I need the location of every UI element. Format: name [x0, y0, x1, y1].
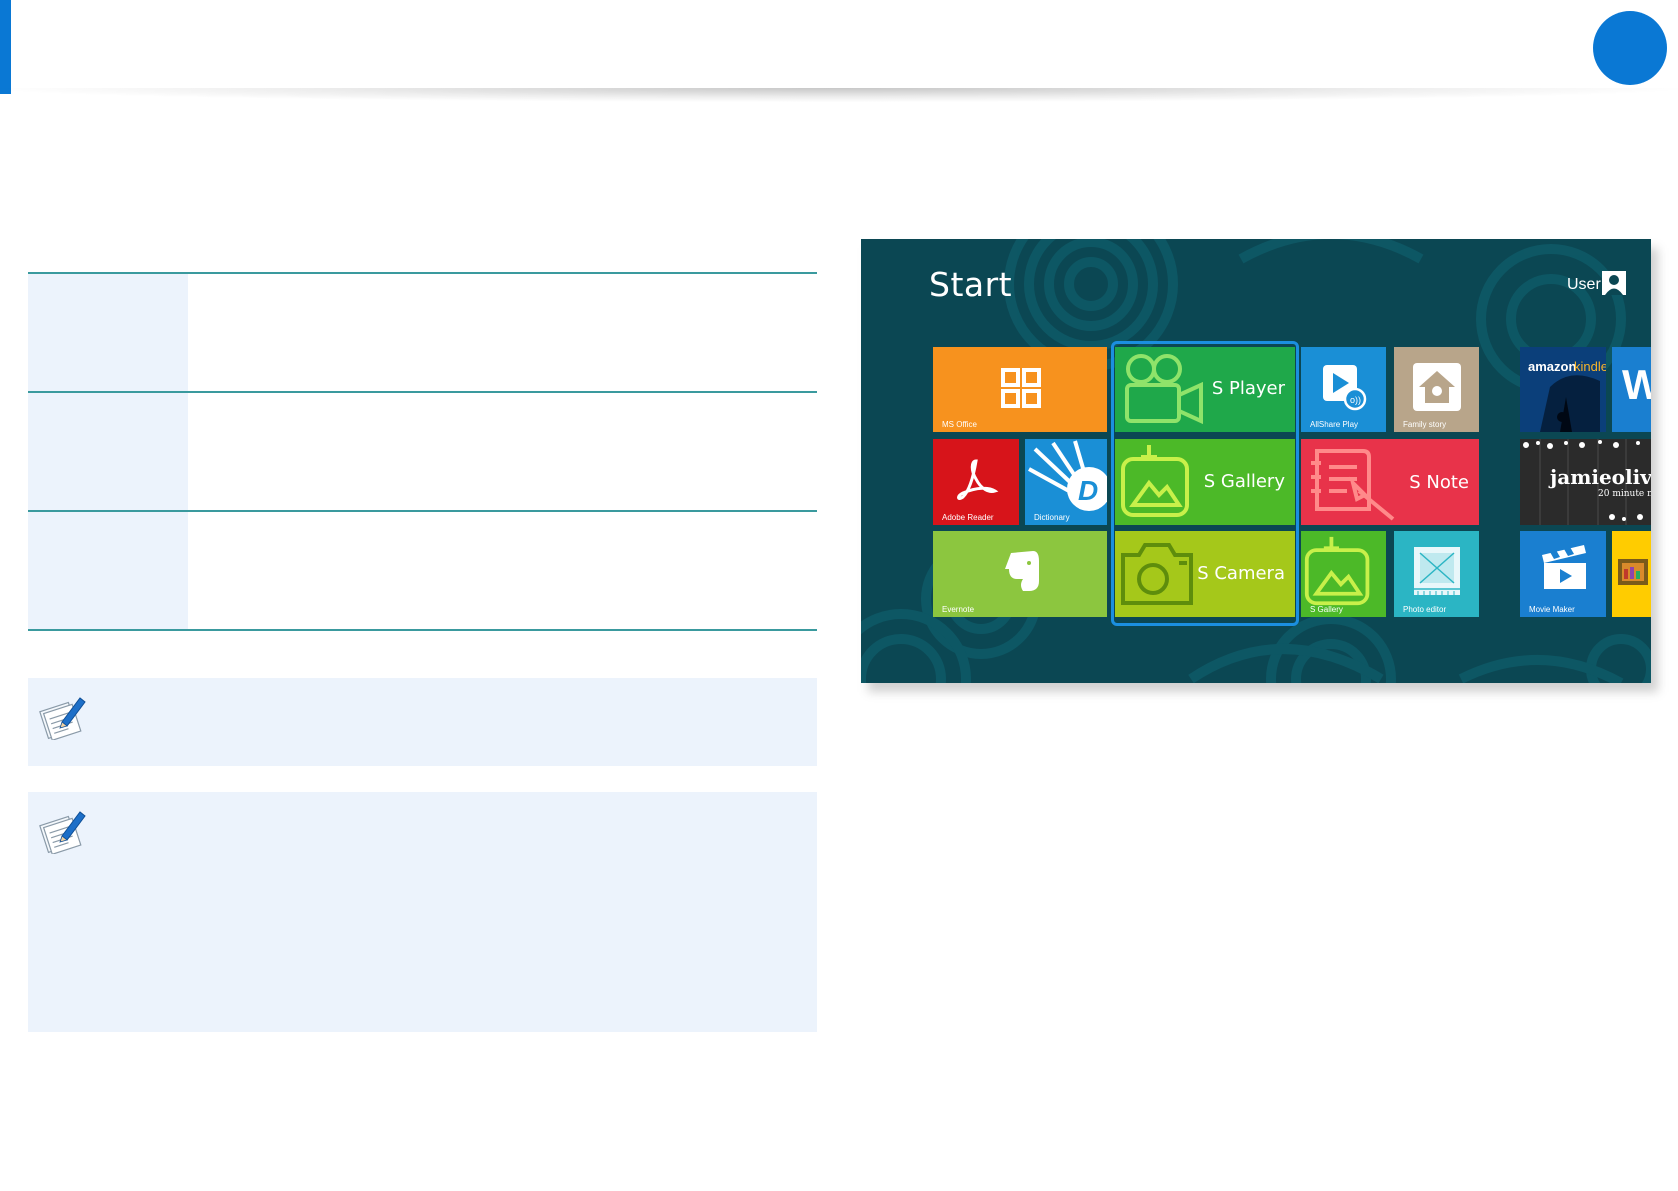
- tile-ms-office[interactable]: MS Office: [933, 347, 1107, 432]
- table-description-cell: [188, 512, 817, 629]
- tile-partial-blue[interactable]: W: [1612, 347, 1651, 432]
- note-pencil-icon: [39, 697, 86, 740]
- table-label-cell: [28, 274, 188, 391]
- tile-amazon-kindle[interactable]: amazon kindle: [1520, 347, 1606, 432]
- evernote-elephant-icon: [1005, 551, 1039, 591]
- tile-photo-editor[interactable]: Photo editor: [1394, 531, 1479, 617]
- tile-label: MS Office: [942, 420, 977, 429]
- note-box: [28, 792, 817, 1032]
- page-badge-circle: [1593, 11, 1667, 85]
- photo-frame-icon: [1618, 559, 1648, 585]
- tile-label: Adobe Reader: [942, 513, 994, 522]
- photo-editor-icon: [1414, 547, 1460, 595]
- table-label-cell: [28, 512, 188, 629]
- user-avatar-icon[interactable]: [1602, 271, 1626, 295]
- adobe-reader-icon: [957, 459, 999, 500]
- tile-family-story[interactable]: Family story: [1394, 347, 1479, 432]
- note-pen-icon: [1311, 449, 1395, 521]
- clapperboard-icon: [1542, 545, 1586, 589]
- svg-text:o)): o)): [1350, 395, 1361, 405]
- table-row: [28, 510, 817, 631]
- tile-label: Movie Maker: [1529, 605, 1575, 614]
- note-pencil-icon: [39, 811, 86, 854]
- start-title: Start: [929, 265, 1013, 304]
- table-row: [28, 272, 817, 391]
- tile-label: S Gallery: [1310, 605, 1343, 614]
- jamie-oliver-brand: jamieolive: [1550, 465, 1651, 489]
- tile-movie-maker[interactable]: Movie Maker: [1520, 531, 1606, 617]
- svg-text:D: D: [1078, 475, 1098, 506]
- note-box: [28, 678, 817, 766]
- tile-evernote[interactable]: Evernote: [933, 531, 1107, 617]
- amazon-brand: amazon: [1528, 359, 1577, 374]
- tile-partial-yellow[interactable]: [1612, 531, 1651, 617]
- tile-letter: W: [1622, 361, 1651, 408]
- tile-label: Dictionary: [1034, 513, 1070, 522]
- kindle-brand: kindle: [1574, 359, 1606, 374]
- tile-jamie-oliver[interactable]: jamieolive 20 minute me: [1520, 439, 1651, 525]
- play-share-icon: o)): [1323, 365, 1367, 411]
- tile-title: S Note: [1409, 472, 1469, 493]
- table-description-cell: [188, 274, 817, 391]
- tile-label: AllShare Play: [1310, 420, 1359, 429]
- tile-s-gallery-small[interactable]: S Gallery: [1301, 531, 1386, 617]
- tile-s-note[interactable]: S Note: [1301, 439, 1479, 525]
- user-label[interactable]: User: [1567, 276, 1601, 294]
- table-description-cell: [188, 393, 817, 510]
- tile-allshare-play[interactable]: o)) AllShare Play: [1301, 347, 1386, 432]
- selected-tiles-highlight: [1111, 341, 1299, 626]
- tile-label: Photo editor: [1403, 605, 1447, 614]
- tile-dictionary[interactable]: D Dictionary: [1025, 439, 1107, 525]
- tile-label: Family story: [1403, 420, 1447, 429]
- header-accent-bar: [0, 0, 11, 94]
- ms-office-icon: [1001, 368, 1041, 408]
- table-label-cell: [28, 393, 188, 510]
- start-screen-screenshot: Start User MS Office S Player o)) AllSha…: [861, 239, 1651, 683]
- jamie-oliver-subtitle: 20 minute me: [1598, 489, 1651, 499]
- tile-label: Evernote: [942, 605, 975, 614]
- description-table: [28, 272, 817, 631]
- table-row: [28, 391, 817, 510]
- tile-adobe-reader[interactable]: Adobe Reader: [933, 439, 1019, 525]
- header-divider-shadow: [0, 88, 1678, 102]
- home-icon: [1413, 363, 1461, 411]
- gallery-icon: [1304, 536, 1370, 606]
